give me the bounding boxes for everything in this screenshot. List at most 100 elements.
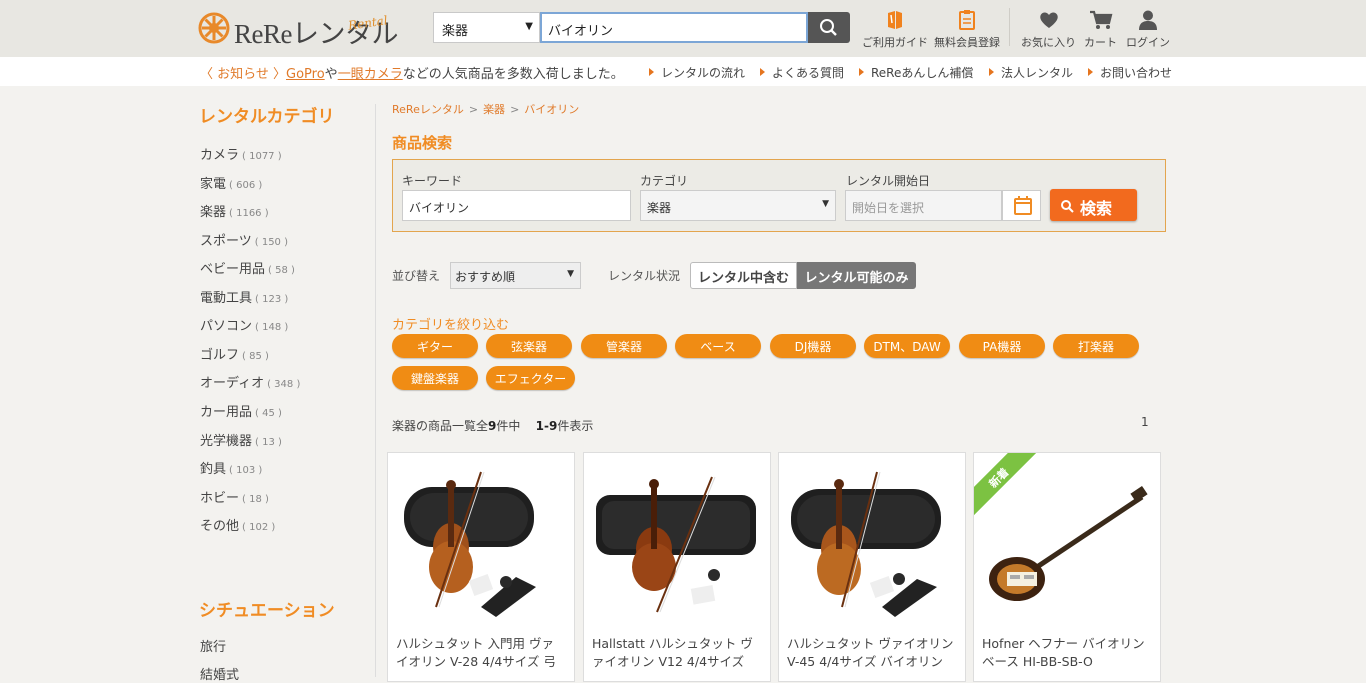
news-prefix: 〈 お知らせ 〉: [200, 67, 287, 82]
breadcrumb-separator: >: [510, 103, 520, 116]
site-logo[interactable]: ReReレンタル Rental: [198, 10, 399, 49]
nav-guide[interactable]: ご利用ガイド: [862, 9, 928, 50]
sidebar-item-sports[interactable]: スポーツ( 150 ): [200, 230, 288, 249]
sidebar-item-pc[interactable]: パソコン( 148 ): [200, 315, 288, 334]
search-button[interactable]: [808, 12, 850, 43]
category-name: その他: [200, 519, 240, 534]
search-icon: [1061, 200, 1074, 213]
chevron-down-icon: ▼: [822, 199, 829, 209]
nav-favorites[interactable]: お気に入り: [1021, 9, 1076, 50]
filter-pill-keyboard[interactable]: 鍵盤楽器: [392, 366, 478, 390]
breadcrumb-instrument[interactable]: 楽器: [483, 103, 505, 116]
date-placeholder: 開始日を選択: [852, 201, 925, 215]
sidebar-item-other[interactable]: その他( 102 ): [200, 515, 275, 534]
filter-pill-effector[interactable]: エフェクター: [486, 366, 575, 390]
news-text-suffix: などの人気商品を多数入荷しました。: [402, 67, 624, 82]
category-count: ( 58 ): [268, 265, 295, 276]
breadcrumb-home[interactable]: ReReレンタル: [392, 103, 464, 116]
category-name: 楽器: [200, 205, 227, 220]
sidebar-heading: レンタルカテゴリ: [199, 107, 335, 127]
sort-value: おすすめ順: [455, 270, 516, 284]
search-category-value: 楽器: [442, 24, 469, 39]
search-submit-label: 検索: [1080, 199, 1113, 218]
news-text-mid: や: [324, 67, 338, 82]
category-count: ( 18 ): [242, 494, 269, 505]
category-count: ( 606 ): [229, 180, 263, 191]
category-count: ( 123 ): [255, 294, 289, 305]
sidebar-item-car[interactable]: カー用品( 45 ): [200, 401, 282, 420]
header-divider: [1009, 8, 1010, 46]
calendar-button[interactable]: [1002, 190, 1041, 221]
toggle-include-rented[interactable]: レンタル中含む: [690, 262, 797, 289]
product-title[interactable]: Hallstatt ハルシュタット ヴァイオリン V12 4/4サイズ 初…: [592, 635, 762, 671]
category-name: 電動工具: [200, 291, 253, 306]
category-select[interactable]: 楽器 ▼: [640, 190, 836, 221]
sort-select[interactable]: おすすめ順 ▼: [450, 262, 581, 289]
toggle-available-only[interactable]: レンタル可能のみ: [797, 262, 916, 289]
product-card[interactable]: ハルシュタット ヴァイオリン V-45 4/4サイズ バイオリン: [778, 452, 966, 682]
product-card[interactable]: 新着 Hofner ヘフナー バイオリンベース HI-BB-SB-O Ignit…: [973, 452, 1161, 682]
search-submit-button[interactable]: 検索: [1050, 189, 1137, 221]
pagination-page[interactable]: 1: [1141, 415, 1149, 429]
date-input[interactable]: 開始日を選択: [845, 190, 1002, 221]
product-image-bass: [989, 485, 1148, 601]
toplink-flow[interactable]: レンタルの流れ: [649, 64, 745, 81]
filter-pill-wind[interactable]: 管楽器: [581, 334, 667, 358]
product-title[interactable]: ハルシュタット ヴァイオリン V-45 4/4サイズ バイオリン: [787, 635, 957, 671]
category-name: オーディオ: [200, 376, 265, 391]
sidebar-divider: [375, 104, 376, 677]
sidebar-item-fishing[interactable]: 釣具( 103 ): [200, 458, 262, 477]
search-category-select[interactable]: 楽器 ▼: [433, 12, 540, 43]
filter-pill-strings[interactable]: 弦楽器: [486, 334, 572, 358]
cart-icon: [1089, 10, 1112, 29]
filter-pill-bass[interactable]: ベース: [675, 334, 761, 358]
product-title[interactable]: ハルシュタット 入門用 ヴァイオリン V-28 4/4サイズ 弓付…: [396, 635, 566, 671]
sidebar-item-appliance[interactable]: 家電( 606 ): [200, 173, 262, 192]
search-input[interactable]: バイオリン: [540, 12, 808, 43]
nav-login[interactable]: ログイン: [1126, 9, 1170, 50]
news-link-camera[interactable]: 一眼カメラ: [338, 67, 403, 82]
category-count: ( 348 ): [267, 379, 301, 390]
sidebar-item-baby[interactable]: ベビー用品( 58 ): [200, 258, 295, 277]
toplink-corporate[interactable]: 法人レンタル: [989, 64, 1073, 81]
situation-item-wedding[interactable]: 結婚式: [200, 664, 239, 683]
breadcrumb-violin[interactable]: バイオリン: [524, 103, 579, 116]
filter-pill-dj[interactable]: DJ機器: [770, 334, 856, 358]
product-card[interactable]: ハルシュタット 入門用 ヴァイオリン V-28 4/4サイズ 弓付…: [387, 452, 575, 682]
filter-pill-percussion[interactable]: 打楽器: [1053, 334, 1139, 358]
toplink-insurance[interactable]: ReReあんしん補償: [859, 64, 973, 81]
product-title[interactable]: Hofner ヘフナー バイオリンベース HI-BB-SB-O Ignition…: [982, 635, 1152, 671]
category-name: ベビー用品: [200, 262, 266, 277]
category-name: スポーツ: [200, 234, 252, 249]
date-label: レンタル開始日: [846, 174, 931, 188]
category-value: 楽器: [647, 201, 672, 215]
product-card[interactable]: Hallstatt ハルシュタット ヴァイオリン V12 4/4サイズ 初…: [583, 452, 771, 682]
situation-item-travel[interactable]: 旅行: [200, 636, 226, 655]
nav-cart[interactable]: カート: [1084, 9, 1117, 50]
sidebar-item-instrument[interactable]: 楽器( 1166 ): [200, 201, 269, 220]
nav-register[interactable]: 無料会員登録: [934, 9, 1000, 50]
news-link-gopro[interactable]: GoPro: [286, 67, 325, 82]
filter-pill-pa[interactable]: PA機器: [959, 334, 1045, 358]
sidebar-item-camera[interactable]: カメラ( 1077 ): [200, 144, 282, 163]
category-count: ( 1077 ): [242, 151, 282, 162]
sidebar-item-power-tools[interactable]: 電動工具( 123 ): [200, 287, 288, 306]
sidebar-item-optics[interactable]: 光学機器( 13 ): [200, 430, 282, 449]
category-label: カテゴリ: [640, 174, 689, 188]
keyword-label: キーワード: [402, 174, 463, 188]
keyword-input[interactable]: バイオリン: [402, 190, 631, 221]
search-panel-title: 商品検索: [392, 134, 453, 152]
chevron-down-icon: ▼: [567, 269, 574, 279]
sidebar-item-hobby[interactable]: ホビー( 18 ): [200, 487, 269, 506]
filter-pill-guitar[interactable]: ギター: [392, 334, 478, 358]
sidebar-item-golf[interactable]: ゴルフ( 85 ): [200, 344, 269, 363]
nav-favorites-label: お気に入り: [1021, 36, 1076, 49]
result-range-suffix: 件表示: [557, 419, 594, 433]
filter-pill-dtm[interactable]: DTM、DAW: [864, 334, 950, 358]
rental-status-label: レンタル状況: [608, 269, 681, 283]
toplink-faq[interactable]: よくある質問: [760, 64, 844, 81]
category-name: カメラ: [200, 148, 240, 163]
sidebar-item-audio[interactable]: オーディオ( 348 ): [200, 372, 300, 391]
category-name: 釣具: [200, 462, 227, 477]
toplink-contact[interactable]: お問い合わせ: [1088, 64, 1172, 81]
